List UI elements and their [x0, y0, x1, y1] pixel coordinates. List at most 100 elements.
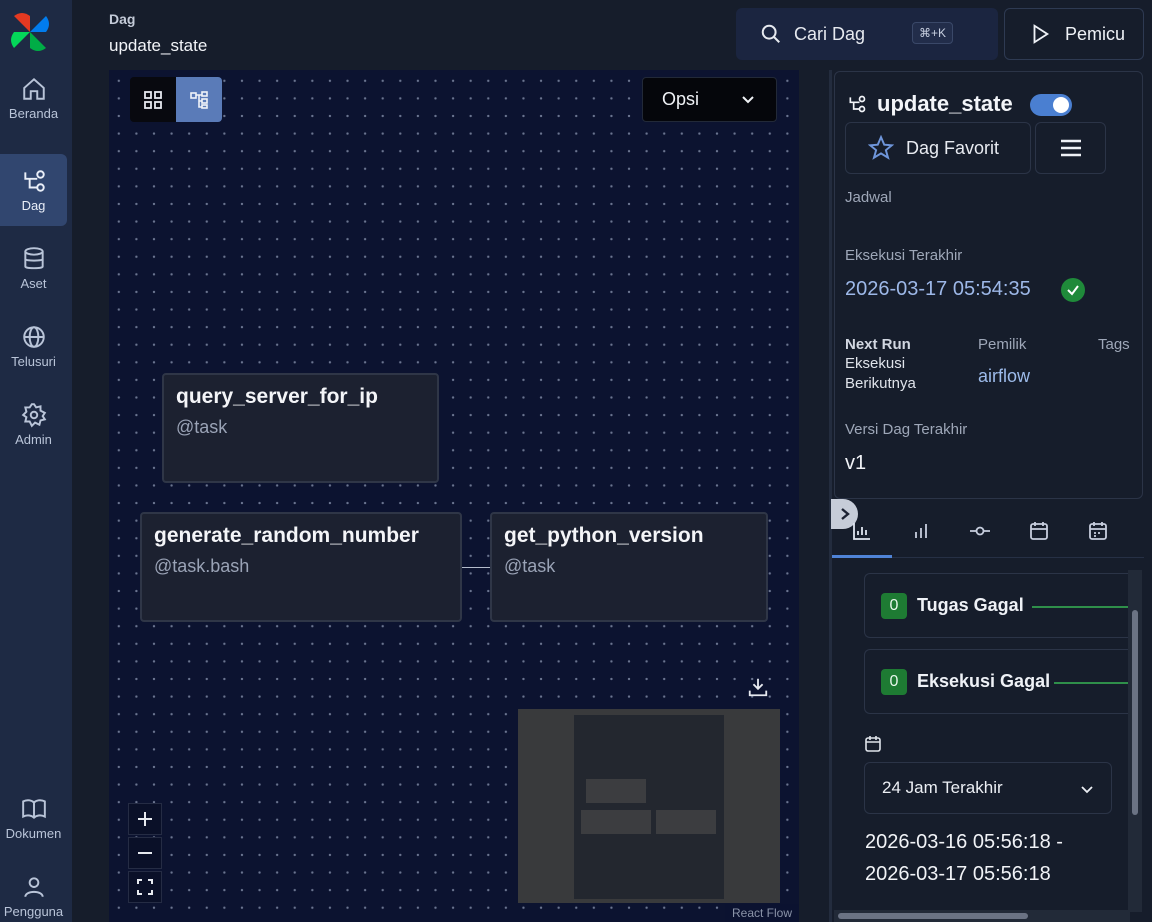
nav-label: Dokumen [5, 825, 62, 841]
time-range-text: 2026-03-16 05:56:18 - 2026-03-17 05:56:1… [865, 826, 1063, 890]
airflow-logo[interactable] [8, 10, 52, 54]
zoom-in-button[interactable] [128, 803, 162, 835]
nav-telusuri[interactable]: Telusuri [0, 310, 67, 382]
grid-icon [144, 90, 162, 109]
task-node-title: get_python_version [504, 524, 704, 547]
failed-tasks-sparkline [1032, 606, 1128, 608]
search-icon [761, 24, 780, 43]
minimap-node [586, 779, 646, 803]
minimap-node [581, 810, 651, 834]
home-icon [22, 77, 45, 100]
nav-aset[interactable]: Aset [0, 232, 67, 304]
breadcrumb-label[interactable]: Dag [109, 11, 135, 27]
search-dag-button[interactable]: Cari Dag ⌘+K [736, 8, 998, 60]
dag-name: update_state [877, 91, 1013, 116]
view-toggle [130, 77, 222, 122]
nav-dag[interactable]: Dag [0, 154, 67, 226]
dag-menu-button[interactable] [1035, 122, 1106, 174]
chevron-down-icon [742, 96, 754, 104]
nav-label: Admin [15, 431, 52, 447]
scroll-thumb[interactable] [1132, 610, 1138, 815]
star-icon [868, 135, 894, 160]
minimap[interactable] [518, 709, 780, 903]
options-dropdown[interactable]: Opsi [642, 77, 777, 122]
task-node-subtitle: @task [504, 556, 556, 576]
nav-admin[interactable]: Admin [0, 388, 67, 460]
time-range-label: 24 Jam Terakhir [882, 778, 1003, 797]
minimap-viewport [574, 715, 724, 899]
grid-view-button[interactable] [130, 77, 176, 122]
fit-view-button[interactable] [128, 871, 162, 903]
next-run-value-line1: Eksekusi [845, 355, 906, 372]
favorite-label: Dag Favorit [906, 137, 1000, 158]
trigger-button[interactable]: Pemicu [1004, 8, 1144, 60]
calendar-icon[interactable] [1028, 520, 1050, 542]
owner-label: Pemilik [978, 336, 1027, 353]
failed-runs-card[interactable]: 0 Eksekusi Gagal [864, 649, 1134, 714]
chart-icon[interactable] [851, 520, 873, 542]
commit-icon[interactable] [969, 520, 991, 542]
download-icon[interactable] [747, 676, 769, 698]
dag-icon [849, 95, 866, 113]
nav-label: Dag [21, 197, 46, 213]
favorite-dag-button[interactable]: Dag Favorit [845, 122, 1031, 174]
zoom-out-button[interactable] [128, 837, 162, 869]
react-flow-attribution[interactable]: React Flow [725, 904, 799, 922]
nav-dokumen[interactable]: Dokumen [0, 782, 67, 854]
owner-link[interactable]: airflow [978, 366, 1030, 387]
last-run-link[interactable]: 2026-03-17 05:54:35 [845, 278, 1031, 301]
failed-tasks-count: 0 [881, 592, 907, 619]
task-node-query-server-for-ip[interactable]: query_server_for_ip @task [162, 373, 439, 483]
next-run-label: Next Run [845, 336, 911, 353]
scroll-thumb[interactable] [838, 913, 1028, 919]
tags-label: Tags [1098, 336, 1130, 353]
failed-runs-label: Eksekusi Gagal [917, 671, 1051, 691]
active-tab-indicator [832, 555, 892, 558]
options-label: Opsi [662, 89, 700, 109]
last-run-label: Eksekusi Terakhir [845, 247, 963, 264]
globe-icon [22, 325, 45, 348]
time-range-select[interactable]: 24 Jam Terakhir [864, 762, 1112, 814]
vertical-scrollbar[interactable] [1128, 570, 1142, 912]
minus-icon [138, 852, 152, 854]
task-node-generate-random-number[interactable]: generate_random_number @task.bash [140, 512, 462, 622]
sidebar: Beranda Dag Aset Telusuri Admin Dokumen … [0, 0, 72, 922]
menu-icon [1060, 139, 1081, 157]
book-icon [21, 798, 46, 819]
task-node-title: query_server_for_ip [176, 385, 378, 408]
nav-beranda[interactable]: Beranda [0, 62, 67, 134]
time-range-from: 2026-03-16 05:56:18 - [865, 831, 1063, 853]
failed-tasks-label: Tugas Gagal [917, 595, 1024, 615]
dag-title: update_state [847, 91, 1013, 117]
horizontal-scrollbar[interactable] [834, 910, 1130, 922]
task-node-subtitle: @task.bash [154, 556, 250, 576]
graph-icon [190, 90, 208, 109]
dag-active-toggle[interactable] [1030, 94, 1072, 116]
failed-tasks-card[interactable]: 0 Tugas Gagal [864, 573, 1134, 638]
nav-pengguna[interactable]: Pengguna [0, 860, 67, 922]
dag-details-panel: update_state Dag Favorit Jadwal Eksekusi… [834, 71, 1143, 499]
calendar-grid-icon[interactable] [1087, 520, 1109, 542]
schedule-label: Jadwal [845, 189, 892, 206]
gear-icon [21, 402, 46, 427]
dag-icon [23, 169, 45, 192]
bar-icon[interactable] [910, 520, 932, 542]
calendar-icon [865, 736, 881, 752]
latest-version-label: Versi Dag Terakhir [845, 421, 968, 438]
check-icon [1067, 285, 1079, 296]
failed-runs-sparkline [1054, 682, 1128, 684]
plus-icon [138, 812, 152, 826]
panel-divider[interactable] [829, 70, 832, 922]
search-shortcut: ⌘+K [912, 22, 954, 44]
task-node-subtitle: @task [176, 417, 228, 437]
failed-runs-count: 0 [881, 668, 907, 695]
success-status-badge [1061, 278, 1085, 302]
database-icon [23, 246, 44, 269]
graph-view-button[interactable] [176, 77, 222, 122]
dag-graph-canvas[interactable]: Opsi query_server_for_ip @task generate_… [109, 70, 799, 922]
task-node-get-python-version[interactable]: get_python_version @task [490, 512, 768, 622]
panel-tabs [832, 512, 1144, 558]
nav-label: Aset [20, 275, 47, 291]
nav-label: Pengguna [3, 903, 64, 919]
play-icon [1033, 24, 1050, 44]
